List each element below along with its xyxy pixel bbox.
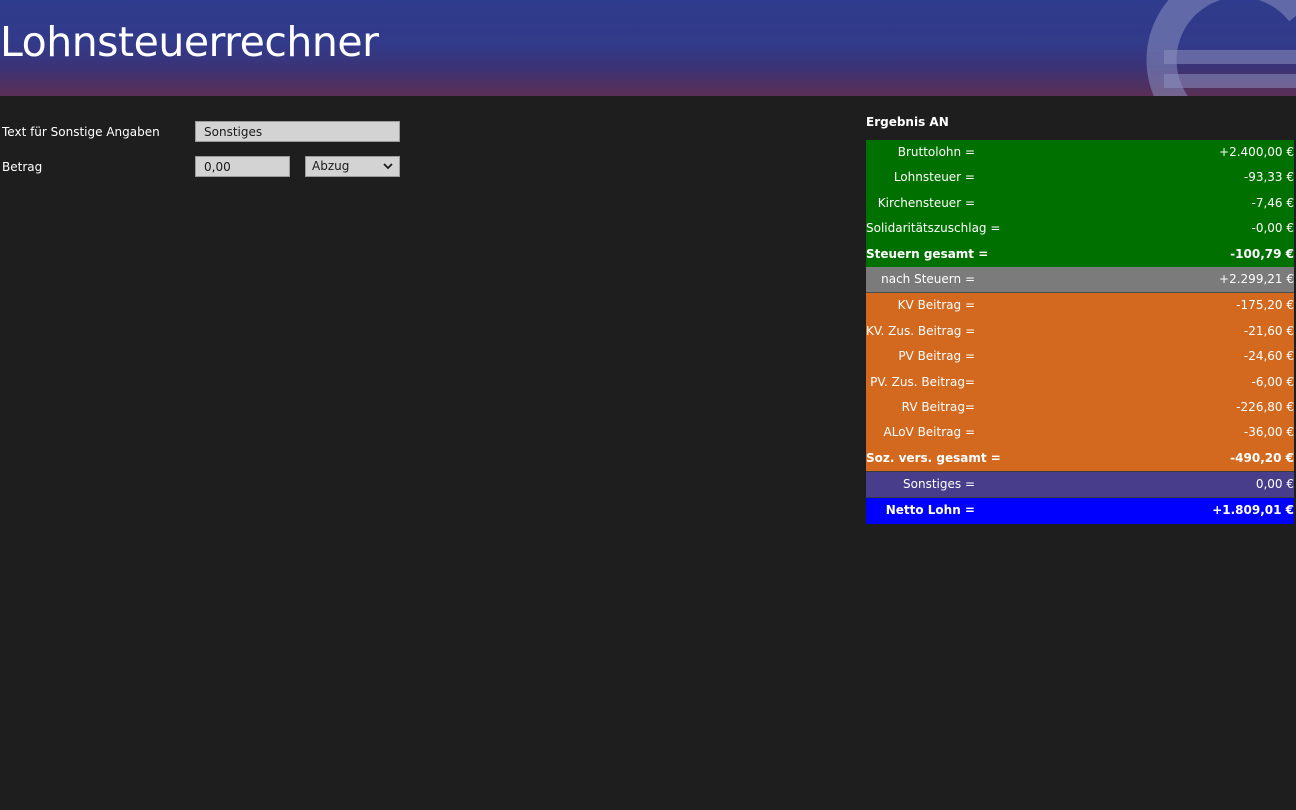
row-solidaritaetszuschlag: Solidaritätszuschlag = -0,00 € [866,216,1295,242]
euro-icon [1146,0,1296,96]
row-value: +1.809,01 € [1212,503,1294,518]
app-header: Lohnsteuerrechner [0,0,1296,96]
row-value: -0,00 € [1251,221,1295,236]
row-value: -24,60 € [1243,349,1294,364]
row-label: Sonstiges = [903,477,975,492]
row-kv-beitrag: KV Beitrag = -175,20 € [866,293,1294,319]
row-label: Solidaritätszuschlag = [866,221,1001,236]
amount-input[interactable] [195,156,290,177]
row-label: KV Beitrag = [897,298,975,313]
chevron-down-icon [383,163,393,170]
row-bruttolohn: Bruttolohn = +2.400,00 € [866,140,1294,166]
row-value: -7,46 € [1251,195,1295,210]
text-label: Text für Sonstige Angaben [2,125,160,139]
page-title: Lohnsteuerrechner [0,18,379,66]
row-steuern-gesamt: Steuern gesamt = -100,79 € [866,241,1294,267]
row-label: KV. Zus. Beitrag = [866,323,976,338]
row-label: Bruttolohn = [897,145,975,159]
other-text-input[interactable] [195,121,400,142]
row-nach-steuern: nach Steuern = +2.299,21 € [866,266,1294,294]
row-label: Netto Lohn = [885,503,975,518]
type-select[interactable]: Abzug [305,156,400,177]
row-value: +2.299,21 € [1219,271,1294,286]
row-value: -36,00 € [1243,425,1294,440]
row-value: -93,33 € [1243,170,1294,185]
type-select-value: Abzug [312,159,350,173]
row-value: -6,00 € [1251,374,1295,389]
row-value: -490,20 € [1230,450,1294,465]
amount-label: Betrag [2,160,43,174]
row-rv-beitrag: RV Beitrag= -226,80 € [866,394,1294,421]
row-label: ALoV Beitrag = [883,425,975,440]
row-value: -100,79 € [1230,246,1294,261]
row-value: -226,80 € [1236,399,1294,414]
row-label: Soz. vers. gesamt = [866,450,1001,465]
row-label: RV Beitrag= [901,399,975,414]
row-value: -21,60 € [1243,323,1294,338]
row-pv-beitrag: PV Beitrag = -24,60 € [866,344,1294,370]
row-label: PV Beitrag = [898,349,975,364]
row-label: Lohnsteuer = [893,170,975,185]
row-label: nach Steuern = [881,271,975,286]
row-pv-zus-beitrag: PV. Zus. Beitrag= -6,00 € [866,369,1295,395]
row-label: PV. Zus. Beitrag= [870,374,975,389]
row-sonstiges: Sonstiges = 0,00 € [866,472,1294,499]
row-alov-beitrag: ALoV Beitrag = -36,00 € [866,420,1294,446]
row-netto-lohn: Netto Lohn = +1.809,01 € [866,498,1294,524]
row-soz-vers-gesamt: Soz. vers. gesamt = -490,20 € [866,445,1294,473]
row-value: 0,00 € [1255,477,1294,492]
row-kv-zus-beitrag: KV. Zus. Beitrag = -21,60 € [866,318,1294,345]
row-kirchensteuer: Kirchensteuer = -7,46 € [866,190,1295,217]
row-value: +2.400,00 € [1219,145,1294,159]
row-label: Steuern gesamt = [866,246,989,261]
row-label: Kirchensteuer = [877,195,975,210]
results-table: Bruttolohn = +2.400,00 € Lohnsteuer = -9… [866,140,1294,524]
results-panel: Ergebnis AN Bruttolohn = +2.400,00 € Loh… [866,114,1294,524]
row-value: -175,20 € [1236,298,1294,313]
results-heading: Ergebnis AN [866,115,949,129]
row-lohnsteuer: Lohnsteuer = -93,33 € [866,165,1294,191]
